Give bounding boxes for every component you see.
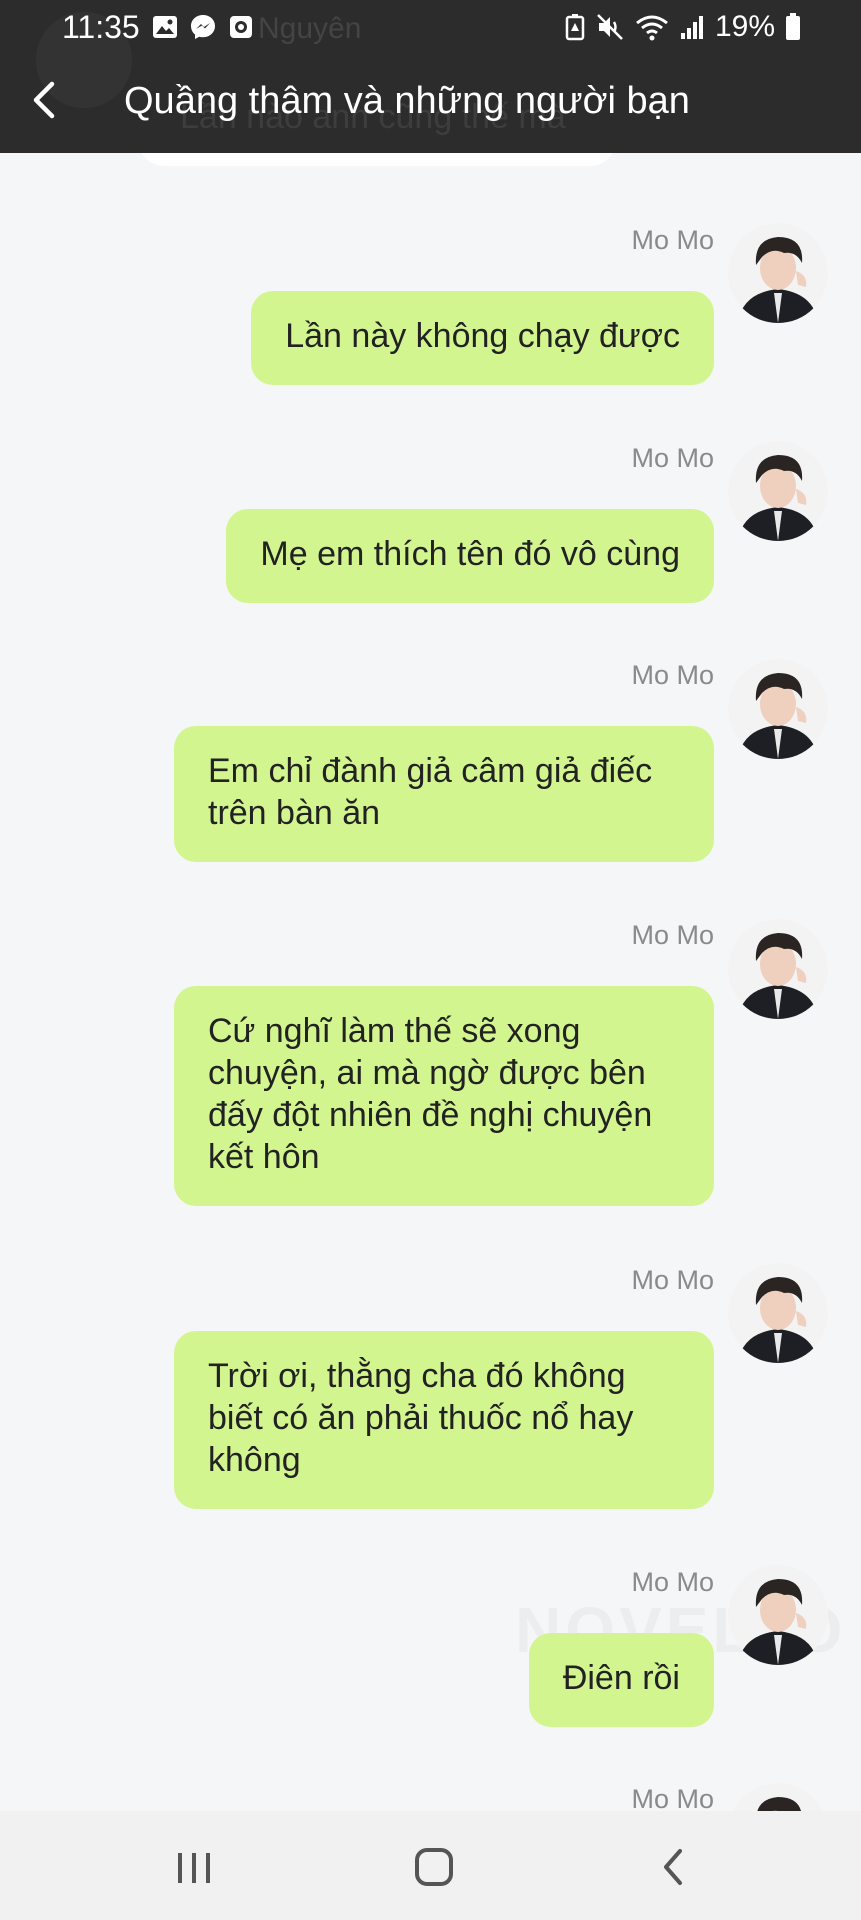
message-bubble[interactable]: Cứ nghĩ làm thế sẽ xong chuyện, ai mà ng… <box>174 986 714 1206</box>
avatar[interactable] <box>728 223 828 323</box>
sender-name: Mo Mo <box>631 660 714 690</box>
nav-back-button[interactable] <box>644 1839 704 1895</box>
back-button[interactable] <box>18 70 72 130</box>
avatar[interactable] <box>728 1565 828 1665</box>
chevron-left-icon <box>33 81 55 119</box>
user-avatar-image <box>728 1565 828 1665</box>
chat-title: Quầng thâm và những người bạn <box>124 80 690 122</box>
status-time: 11:35 <box>62 9 140 45</box>
header-bar: Nguyên Lần nào anh cũng thế mà 11:35 19%… <box>0 0 861 153</box>
battery-percentage: 19% <box>714 10 775 43</box>
wifi-icon <box>636 15 668 41</box>
user-avatar-image <box>728 919 828 1019</box>
avatar[interactable] <box>728 919 828 1019</box>
user-avatar-image <box>728 1263 828 1363</box>
image-icon <box>153 16 177 38</box>
user-avatar-image <box>728 1783 828 1811</box>
sender-name: Mo Mo <box>631 443 714 473</box>
user-avatar-image <box>728 223 828 323</box>
avatar[interactable] <box>728 1783 828 1811</box>
recent-apps-icon <box>178 1853 210 1883</box>
battery-icon <box>786 13 800 40</box>
sender-name: Mo Mo <box>631 1567 714 1597</box>
sender-name: Mo Mo <box>631 1784 714 1811</box>
message-bubble[interactable]: Trời ơi, thằng cha đó không biết có ăn p… <box>174 1331 714 1509</box>
recent-apps-button[interactable] <box>164 1839 224 1895</box>
avatar[interactable] <box>728 1263 828 1363</box>
message-bubble[interactable]: Điên rồi <box>528 1633 714 1727</box>
system-navigation-bar <box>0 1811 861 1920</box>
battery-saver-icon <box>565 14 585 41</box>
message-bubble[interactable]: Mẹ em thích tên đó vô cùng <box>226 509 714 603</box>
user-avatar-image <box>728 659 828 759</box>
messenger-icon <box>191 15 215 39</box>
camera-app-icon <box>230 16 252 38</box>
sender-name: Mo Mo <box>631 1265 714 1295</box>
message-list[interactable]: NOVELTO Mo Mo Lần này không chạy được Mo… <box>0 153 861 1811</box>
signal-icon <box>680 16 703 39</box>
message-bubble[interactable]: Em chỉ đành giả câm giả điếc trên bàn ăn <box>174 726 714 862</box>
sender-name: Mo Mo <box>631 920 714 950</box>
home-icon <box>415 1848 453 1886</box>
avatar[interactable] <box>728 441 828 541</box>
home-button[interactable] <box>404 1839 464 1895</box>
back-icon <box>664 1849 682 1885</box>
mute-icon <box>597 14 623 40</box>
status-bar: 11:35 19% <box>0 0 861 56</box>
sender-name: Mo Mo <box>631 225 714 255</box>
avatar[interactable] <box>728 659 828 759</box>
user-avatar-image <box>728 441 828 541</box>
message-bubble[interactable]: Lần này không chạy được <box>251 291 714 385</box>
